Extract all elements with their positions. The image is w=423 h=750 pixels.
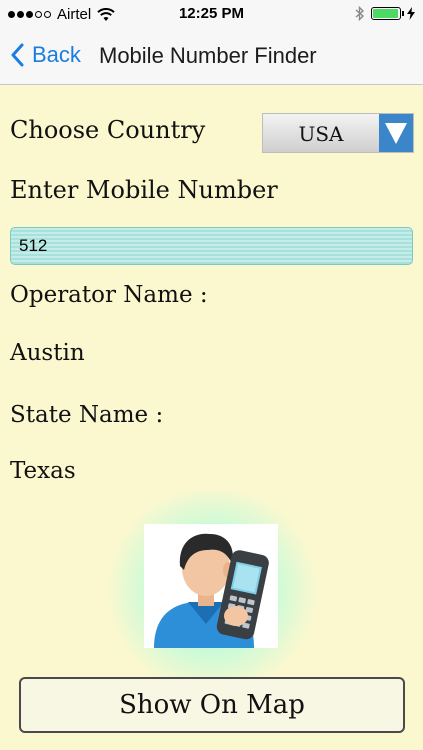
back-label: Back bbox=[32, 42, 81, 67]
operator-value: Austin bbox=[10, 340, 85, 366]
page-title: Mobile Number Finder bbox=[99, 43, 317, 68]
show-on-map-button[interactable]: Show On Map bbox=[19, 677, 405, 733]
charging-bolt-icon bbox=[407, 7, 415, 20]
state-label: State Name : bbox=[10, 402, 164, 428]
navigation-bar: Back Mobile Number Finder bbox=[0, 28, 423, 85]
bluetooth-icon bbox=[355, 6, 365, 21]
mobile-number-input[interactable] bbox=[10, 227, 413, 265]
dropdown-arrow[interactable] bbox=[379, 114, 413, 152]
back-button[interactable]: Back bbox=[10, 42, 81, 68]
country-dropdown[interactable]: USA bbox=[262, 113, 414, 153]
status-right bbox=[355, 6, 415, 21]
operator-label: Operator Name : bbox=[10, 282, 208, 308]
chevron-left-icon bbox=[11, 43, 24, 67]
person-with-phone-icon bbox=[144, 524, 278, 648]
status-bar: Airtel 12:25 PM bbox=[0, 0, 423, 28]
country-label: Choose Country bbox=[10, 116, 206, 144]
country-selected-value: USA bbox=[298, 122, 344, 146]
number-label: Enter Mobile Number bbox=[10, 176, 278, 204]
battery-icon bbox=[371, 7, 404, 20]
state-value: Texas bbox=[10, 458, 76, 484]
triangle-down-icon bbox=[385, 123, 407, 144]
